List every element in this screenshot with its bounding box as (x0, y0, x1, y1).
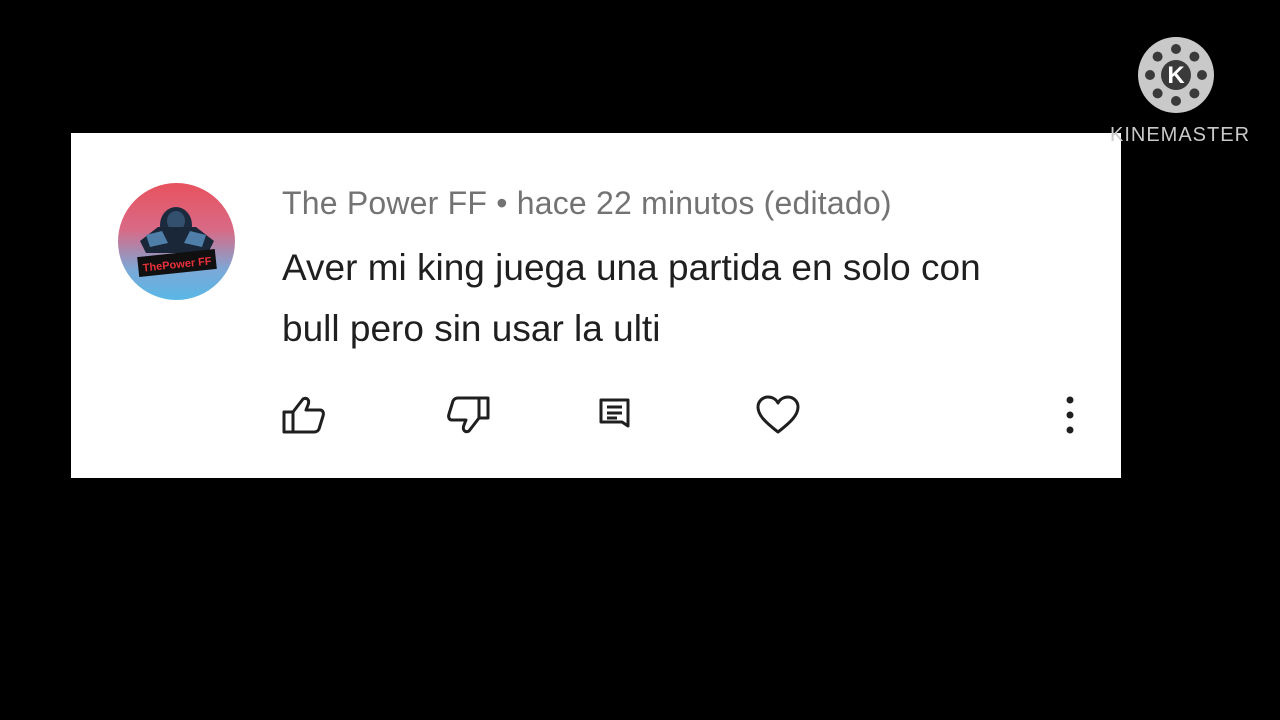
video-frame: ThePower FF The Power FF • hace 22 minut… (0, 0, 1280, 720)
comment-card: ThePower FF The Power FF • hace 22 minut… (71, 133, 1121, 478)
edited-label: (editado) (763, 185, 892, 221)
comment-icon (599, 398, 630, 428)
comment-text-line-2: bull pero sin usar la ulti (282, 308, 661, 349)
reply-button[interactable] (591, 391, 639, 439)
kinemaster-logo: K (1137, 36, 1215, 114)
thumbs-down-icon (447, 396, 490, 434)
heart-icon (756, 395, 800, 434)
like-button[interactable] (280, 391, 328, 439)
comment-text: Aver mi king juega una partida en solo c… (282, 237, 1082, 359)
logo-letter: K (1167, 62, 1185, 89)
author-name[interactable]: The Power FF (282, 185, 487, 221)
kinemaster-brand: KINEMASTER (1110, 124, 1251, 146)
avatar-image: ThePower FF (137, 207, 217, 278)
comment-meta: The Power FF • hace 22 minutos (editado) (282, 185, 892, 222)
film-reel-icon: K (1138, 37, 1214, 113)
comment-text-line-1: Aver mi king juega una partida en solo c… (282, 247, 981, 288)
comment-time: hace 22 minutos (516, 185, 755, 221)
kinemaster-watermark: K KINEMASTER (1110, 36, 1251, 147)
dislike-button[interactable] (444, 391, 492, 439)
avatar[interactable]: ThePower FF (118, 183, 235, 300)
thumbs-up-icon (282, 396, 325, 434)
more-vertical-icon (1066, 396, 1074, 434)
heart-button[interactable] (754, 391, 802, 439)
more-options-button[interactable] (1046, 391, 1094, 439)
meta-separator: • (496, 185, 508, 221)
